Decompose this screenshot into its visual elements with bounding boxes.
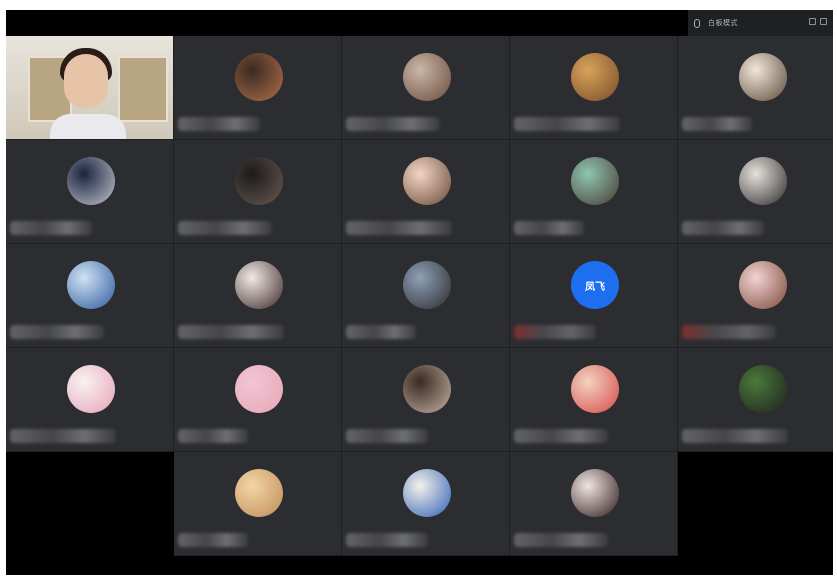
user-avatar xyxy=(571,469,619,517)
participant-tile[interactable] xyxy=(174,36,342,140)
participant-tile[interactable] xyxy=(174,244,342,348)
participant-name-redacted xyxy=(346,429,428,443)
participant-name-redacted xyxy=(682,117,752,131)
self-video-cabinet-right xyxy=(118,56,168,122)
user-avatar xyxy=(67,261,115,309)
participant-tile[interactable] xyxy=(174,348,342,452)
participant-tile[interactable] xyxy=(678,244,833,348)
user-avatar xyxy=(235,365,283,413)
self-video-face xyxy=(64,54,108,108)
participant-tile[interactable]: 凤飞 xyxy=(510,244,678,348)
video-call-screen: 白板模式 凤飞 xyxy=(6,10,833,575)
participant-tile[interactable] xyxy=(174,140,342,244)
user-avatar xyxy=(571,157,619,205)
participant-name-redacted xyxy=(178,117,260,131)
self-video-shirt xyxy=(50,114,126,139)
user-avatar xyxy=(403,469,451,517)
participant-name-redacted xyxy=(682,325,776,339)
participant-name-redacted xyxy=(514,325,596,339)
participant-tile[interactable] xyxy=(6,36,174,140)
participant-name-redacted xyxy=(178,325,284,339)
participant-name-redacted xyxy=(514,117,620,131)
participant-grid: 凤飞 xyxy=(6,36,833,575)
user-avatar xyxy=(571,365,619,413)
empty-grid-area xyxy=(6,456,174,575)
user-avatar xyxy=(67,157,115,205)
participant-name-redacted xyxy=(10,429,116,443)
user-avatar xyxy=(67,365,115,413)
participant-tile[interactable] xyxy=(6,140,174,244)
user-avatar xyxy=(403,261,451,309)
user-avatar xyxy=(739,365,787,413)
participant-tile[interactable] xyxy=(342,348,510,452)
participant-name-redacted xyxy=(346,117,440,131)
participant-name-redacted xyxy=(514,221,584,235)
expand-icon[interactable] xyxy=(809,18,816,25)
participant-tile[interactable] xyxy=(342,244,510,348)
participant-name-redacted xyxy=(346,533,428,547)
whiteboard-toolbar[interactable]: 白板模式 xyxy=(688,10,833,36)
participant-tile[interactable] xyxy=(510,36,678,140)
participant-name-redacted xyxy=(10,221,92,235)
user-avatar xyxy=(739,157,787,205)
participant-tile[interactable] xyxy=(342,36,510,140)
participant-name-redacted xyxy=(682,429,788,443)
user-avatar xyxy=(235,53,283,101)
user-avatar xyxy=(235,261,283,309)
user-avatar xyxy=(403,365,451,413)
participant-name-redacted xyxy=(10,325,104,339)
participant-name-redacted xyxy=(178,533,248,547)
participant-name-redacted xyxy=(346,325,416,339)
participant-tile[interactable] xyxy=(678,348,833,452)
participant-name-redacted xyxy=(514,533,608,547)
participant-tile[interactable] xyxy=(678,140,833,244)
participant-tile[interactable] xyxy=(342,140,510,244)
participant-tile[interactable] xyxy=(174,452,342,556)
user-avatar xyxy=(235,469,283,517)
participant-name-redacted xyxy=(178,221,272,235)
mic-icon[interactable] xyxy=(694,18,700,28)
close-icon[interactable] xyxy=(820,18,827,25)
user-avatar xyxy=(403,53,451,101)
participant-tile[interactable] xyxy=(678,36,833,140)
participant-tile[interactable] xyxy=(342,452,510,556)
participant-name-redacted xyxy=(682,221,764,235)
participant-name-redacted xyxy=(346,221,452,235)
participant-tile[interactable] xyxy=(510,348,678,452)
user-avatar xyxy=(235,157,283,205)
participant-tile[interactable] xyxy=(510,452,678,556)
participant-name-redacted xyxy=(514,429,608,443)
participant-name-redacted xyxy=(178,429,248,443)
self-video xyxy=(6,36,173,139)
user-avatar xyxy=(571,53,619,101)
user-avatar xyxy=(739,53,787,101)
participant-tile[interactable] xyxy=(6,244,174,348)
toolbar-title: 白板模式 xyxy=(708,20,738,27)
participant-tile[interactable] xyxy=(6,348,174,452)
initials-avatar: 凤飞 xyxy=(571,261,619,309)
user-avatar xyxy=(403,157,451,205)
user-avatar xyxy=(739,261,787,309)
top-bar: 白板模式 xyxy=(6,10,833,36)
toolbar-actions xyxy=(809,18,827,25)
participant-tile[interactable] xyxy=(510,140,678,244)
